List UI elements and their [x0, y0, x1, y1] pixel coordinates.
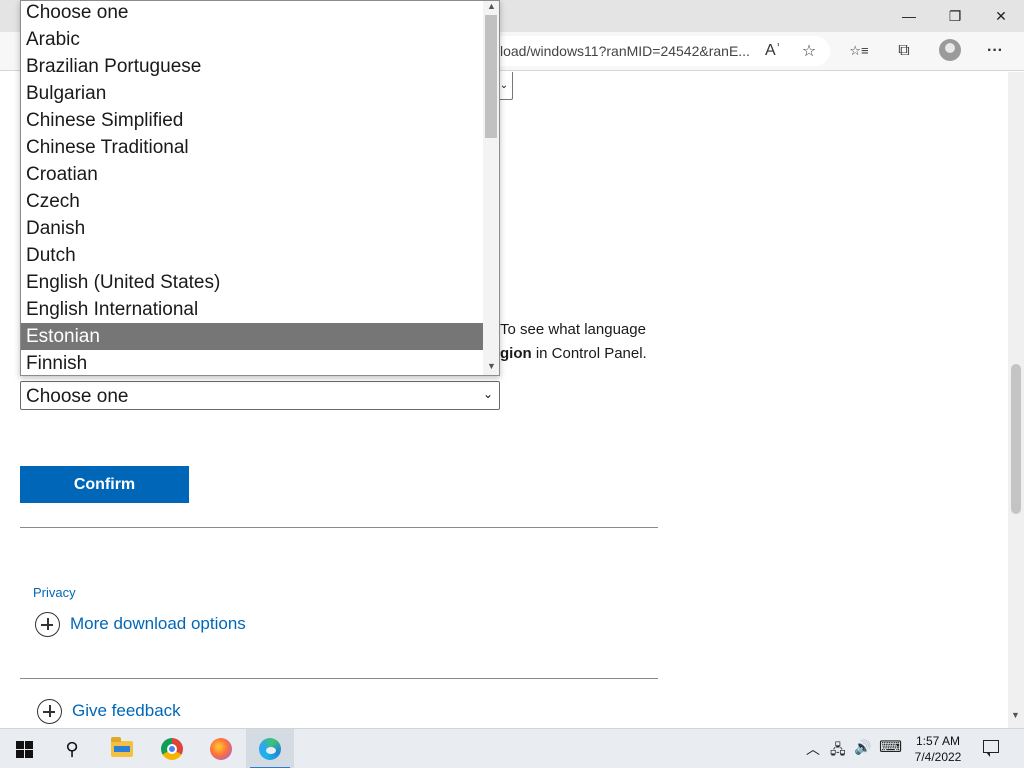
read-aloud-icon[interactable]: Aʾ	[760, 38, 786, 64]
expand-plus-icon[interactable]	[37, 699, 62, 724]
dropdown-scrollbar-thumb[interactable]	[485, 15, 497, 138]
dropdown-option[interactable]: Arabic	[21, 26, 483, 53]
dropdown-option[interactable]: Dutch	[21, 242, 483, 269]
edge-button[interactable]	[246, 729, 294, 768]
show-hidden-icons-chevron-icon[interactable]: ︿	[806, 739, 820, 759]
favorites-icon[interactable]: ☆≡	[846, 38, 872, 64]
collections-icon[interactable]: ⧉	[891, 38, 917, 64]
settings-more-icon[interactable]: ···	[982, 38, 1008, 64]
language-dropdown-list[interactable]: Choose one Arabic Brazilian Portuguese B…	[20, 0, 500, 376]
clock-time: 1:57 AM	[915, 734, 961, 748]
taskbar: ⚲ ︿ 🖧 🔊 ⌨ 1:57 AM 7/4/2022	[0, 728, 1024, 768]
dropdown-option[interactable]: Danish	[21, 215, 483, 242]
confirm-button[interactable]: Confirm	[20, 466, 189, 503]
language-info-text: To see what language gion in Control Pan…	[500, 321, 647, 362]
dropdown-option[interactable]: Brazilian Portuguese	[21, 53, 483, 80]
dropdown-option[interactable]: Chinese Traditional	[21, 134, 483, 161]
privacy-link[interactable]: Privacy	[33, 585, 76, 600]
divider	[20, 527, 658, 528]
chrome-button[interactable]	[148, 729, 196, 768]
chevron-down-icon: ⌄	[499, 80, 509, 91]
page-scrollbar[interactable]: ▼	[1008, 72, 1024, 728]
firefox-icon	[210, 738, 232, 760]
notification-center-icon[interactable]	[980, 737, 1002, 759]
edge-icon	[259, 738, 281, 760]
dropdown-option[interactable]: Czech	[21, 188, 483, 215]
minimize-button[interactable]: —	[886, 0, 932, 32]
scroll-down-icon[interactable]: ▼	[487, 361, 496, 371]
start-button[interactable]	[0, 729, 48, 768]
file-explorer-button[interactable]	[98, 729, 146, 768]
dropdown-option[interactable]: Croatian	[21, 161, 483, 188]
chrome-icon	[161, 738, 183, 760]
volume-icon[interactable]: 🔊	[854, 739, 871, 756]
page-scrollbar-thumb[interactable]	[1011, 364, 1021, 514]
expand-plus-icon[interactable]	[35, 612, 60, 637]
language-select[interactable]: Choose one ⌄	[20, 381, 500, 410]
dropdown-option[interactable]: Chinese Simplified	[21, 107, 483, 134]
search-button[interactable]: ⚲	[48, 729, 96, 768]
search-icon: ⚲	[65, 738, 79, 759]
dropdown-option[interactable]: English International	[21, 296, 483, 323]
profile-avatar[interactable]	[939, 39, 961, 61]
keyboard-icon[interactable]: ⌨	[879, 737, 902, 757]
scroll-down-icon[interactable]: ▼	[1011, 710, 1020, 720]
chevron-down-icon: ⌄	[482, 387, 493, 401]
system-clock[interactable]: 1:57 AM 7/4/2022	[906, 733, 970, 765]
dropdown-option[interactable]: Bulgarian	[21, 80, 483, 107]
dropdown-option[interactable]: Choose one	[21, 1, 483, 26]
dropdown-option-highlighted[interactable]: Estonian	[21, 323, 483, 350]
windows-logo-icon	[15, 740, 33, 758]
dropdown-scrollbar[interactable]: ▲ ▼	[483, 1, 499, 375]
language-select-value: Choose one	[26, 386, 129, 407]
more-download-options-link[interactable]: More download options	[70, 614, 246, 634]
add-favorite-icon[interactable]: ☆	[796, 38, 822, 64]
give-feedback-link[interactable]: Give feedback	[72, 701, 181, 721]
address-text[interactable]: load/windows11?ranMID=24542&ranE...	[500, 43, 760, 59]
firefox-button[interactable]	[197, 729, 245, 768]
divider	[20, 678, 658, 679]
dropdown-option[interactable]: Finnish	[21, 350, 483, 375]
folder-icon	[111, 737, 133, 757]
clock-date: 7/4/2022	[914, 750, 962, 764]
network-icon[interactable]: 🖧	[830, 739, 846, 763]
close-window-button[interactable]: ✕	[978, 0, 1024, 32]
scroll-up-icon[interactable]: ▲	[487, 1, 496, 11]
dropdown-option[interactable]: English (United States)	[21, 269, 483, 296]
minimize-icon: —	[902, 8, 916, 24]
restore-icon: ❐	[948, 7, 962, 24]
maximize-button[interactable]: ❐	[932, 0, 978, 32]
close-icon: ✕	[995, 7, 1007, 24]
